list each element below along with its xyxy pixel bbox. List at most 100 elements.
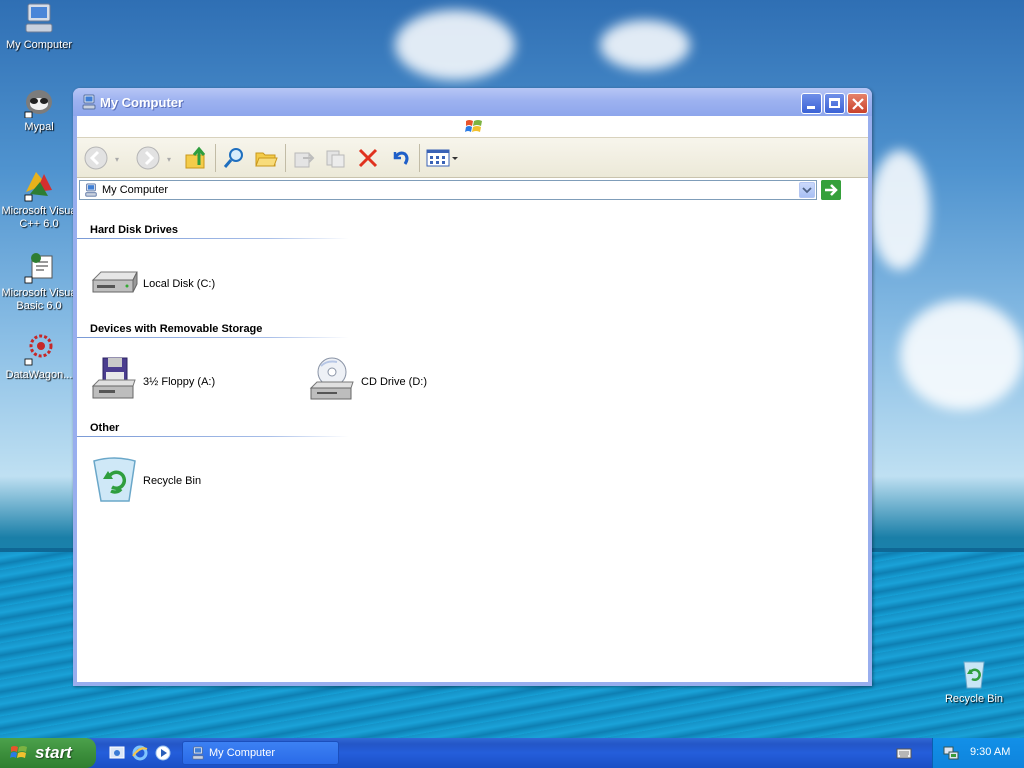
start-button[interactable]: start (0, 738, 96, 768)
desktop-icon-visual-cpp[interactable]: Microsoft Visua C++ 6.0 (0, 168, 78, 231)
my-computer-icon (81, 94, 97, 110)
group-divider (77, 436, 349, 437)
cd-drive-icon (309, 357, 354, 400)
internet-explorer-icon (132, 745, 148, 761)
drive-label: CD Drive (D:) (361, 376, 427, 388)
desktop-icon-label: Recycle Bin (944, 693, 1004, 705)
minimize-button[interactable] (801, 93, 822, 114)
views-button[interactable] (425, 145, 461, 171)
keyboard-icon (896, 748, 912, 759)
desktop-icon-datawagon[interactable]: DataWagon... (0, 332, 78, 382)
mypal-icon (22, 84, 56, 119)
file-list: Hard Disk Drives Local Disk (C:) Devices… (77, 224, 868, 682)
up-folder-button[interactable] (183, 145, 209, 171)
visual-cpp-icon (22, 168, 56, 202)
window-title: My Computer (100, 95, 184, 110)
address-input[interactable]: My Computer (79, 180, 817, 200)
drive-label: 3½ Floppy (A:) (143, 376, 216, 388)
drive-item-local-disk[interactable]: Local Disk (C:) (89, 258, 289, 310)
back-button[interactable] (83, 145, 109, 171)
delete-icon (358, 148, 378, 168)
move-to-button[interactable] (291, 145, 317, 171)
desktop-icon-label: My Computer (5, 39, 73, 51)
group-header-removable: Devices with Removable Storage (90, 323, 263, 335)
desktop-icon-label-line1: Microsoft Visua (1, 287, 77, 299)
desktop-icon-my-computer[interactable]: My Computer (0, 2, 78, 52)
recycle-bin-icon (957, 656, 991, 690)
desktop-icon-label-line1: Microsoft Visua (1, 205, 77, 217)
window-client: ▾ ▾ My Computer Hard Disk Drives Local D… (77, 116, 868, 682)
drive-item-cd[interactable]: CD Drive (D:) (307, 356, 507, 408)
search-button[interactable] (221, 145, 247, 171)
quicklaunch-media-player[interactable] (154, 744, 172, 762)
keyboard-tray-button[interactable] (896, 746, 912, 763)
task-button-label: My Computer (209, 747, 276, 759)
my-computer-icon (85, 183, 97, 197)
folders-icon (255, 152, 278, 167)
forward-button[interactable] (135, 145, 161, 171)
title-bar[interactable]: My Computer (73, 88, 872, 116)
desktop-icon-recycle-bin[interactable]: Recycle Bin (935, 656, 1013, 706)
copy-to-button[interactable] (323, 145, 349, 171)
media-player-icon (155, 745, 171, 761)
group-header-hard-disks: Hard Disk Drives (90, 224, 179, 236)
my-computer-icon (192, 746, 204, 760)
address-dropdown-button[interactable] (799, 182, 815, 198)
desktop-icon-label: Mypal (24, 121, 54, 133)
up-folder-icon (185, 146, 206, 169)
desktop-icon-label: DataWagon... (5, 369, 73, 381)
system-tray: 9:30 AM (932, 738, 1024, 768)
copy-to-icon (326, 150, 345, 168)
start-label: start (35, 743, 72, 762)
item-recycle-bin[interactable]: Recycle Bin (89, 455, 289, 507)
cloud (395, 10, 515, 80)
desktop-icon-mypal[interactable]: Mypal (0, 84, 78, 134)
maximize-icon (829, 98, 840, 108)
windows-logo-icon (465, 120, 482, 132)
back-dropdown-icon[interactable]: ▾ (115, 155, 119, 164)
brand-bar (77, 116, 868, 138)
explorer-window[interactable]: My Computer ▾ ▾ My Computer Hard Disk Dr… (73, 88, 872, 686)
recycle-bin-icon (93, 457, 136, 502)
cloud (870, 150, 930, 270)
undo-icon (393, 151, 409, 165)
delete-button[interactable] (355, 145, 381, 171)
undo-button[interactable] (387, 145, 413, 171)
group-header-other: Other (90, 422, 120, 434)
toolbar: ▾ ▾ (77, 138, 868, 178)
my-computer-icon (22, 2, 56, 36)
toolbar-separator (215, 144, 216, 172)
maximize-button[interactable] (824, 93, 845, 114)
views-icon (426, 149, 458, 167)
close-icon (852, 98, 864, 110)
clock[interactable]: 9:30 AM (970, 746, 1010, 758)
cloud (600, 20, 690, 70)
tray-network-button[interactable] (943, 745, 959, 764)
address-bar: My Computer (77, 178, 868, 202)
address-value: My Computer (102, 184, 169, 196)
minimize-icon (807, 106, 815, 109)
quicklaunch-show-desktop[interactable] (108, 744, 126, 762)
item-label: Recycle Bin (143, 475, 202, 487)
folders-button[interactable] (253, 145, 279, 171)
drive-label: Local Disk (C:) (143, 278, 216, 290)
move-to-icon (294, 152, 315, 168)
desktop-icon-label-line2: C++ 6.0 (19, 218, 59, 230)
search-icon (223, 148, 243, 168)
desktop-icon-label-line2: Basic 6.0 (16, 300, 62, 312)
drive-item-floppy[interactable]: 3½ Floppy (A:) (89, 356, 289, 408)
cloud (900, 300, 1024, 410)
network-icon (943, 746, 959, 760)
go-button[interactable] (821, 180, 841, 200)
close-button[interactable] (847, 93, 868, 114)
taskbar-button-my-computer[interactable]: My Computer (182, 741, 339, 765)
hard-disk-icon (91, 271, 138, 293)
toolbar-separator (419, 144, 420, 172)
taskbar: start My Computer 9:30 AM (0, 738, 1024, 768)
forward-dropdown-icon[interactable]: ▾ (167, 155, 171, 164)
desktop-icon-visual-basic[interactable]: Microsoft Visua Basic 6.0 (0, 250, 78, 313)
datawagon-icon (22, 332, 56, 366)
show-desktop-icon (109, 746, 125, 759)
floppy-drive-icon (91, 357, 136, 399)
quicklaunch-internet-explorer[interactable] (131, 744, 149, 762)
